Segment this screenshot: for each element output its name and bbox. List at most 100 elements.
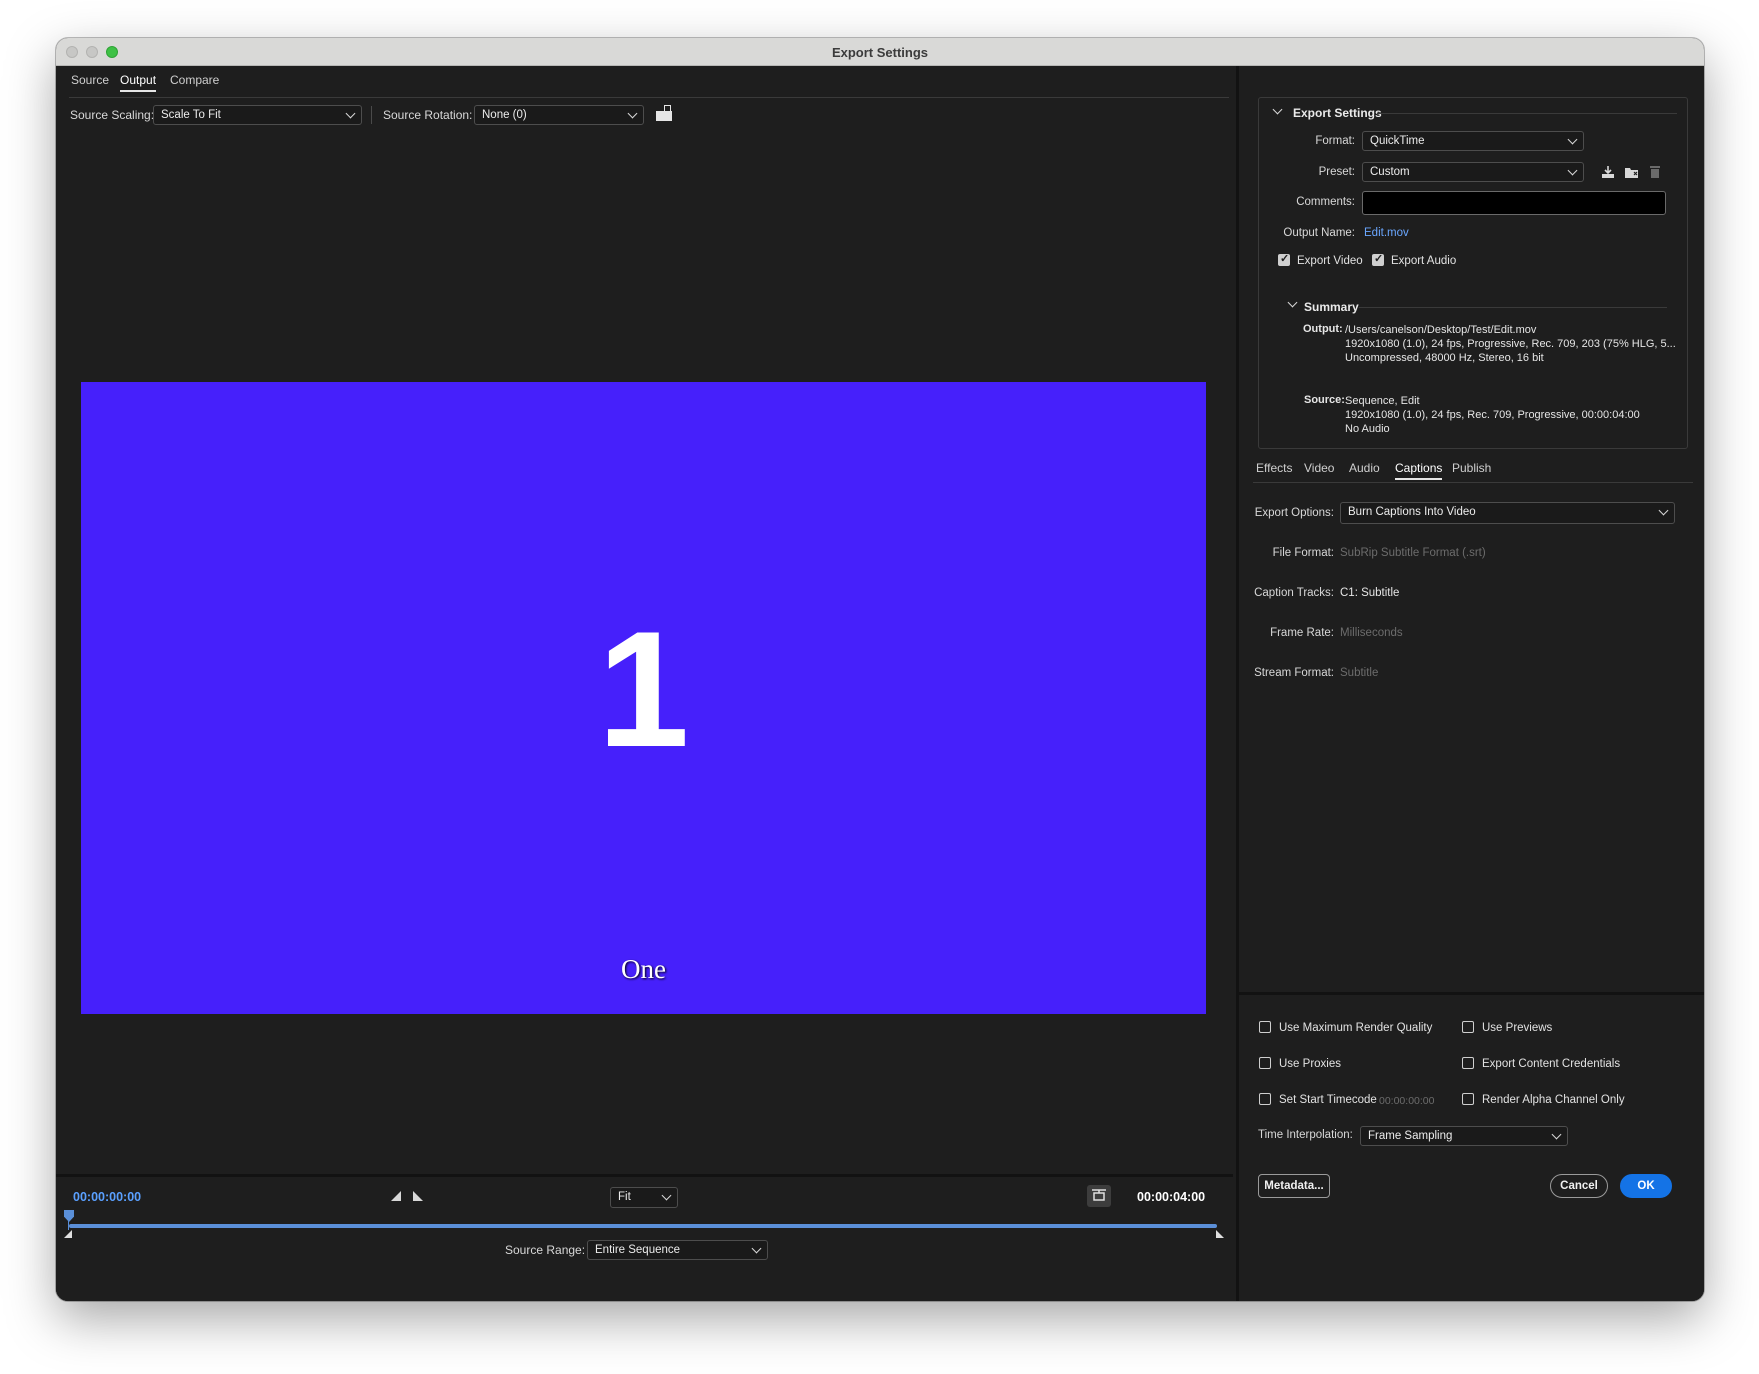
- render-alpha-channel-only-checkbox[interactable]: [1462, 1093, 1474, 1105]
- use-previews-checkbox[interactable]: [1462, 1021, 1474, 1033]
- chevron-down-icon: [1567, 134, 1578, 145]
- cancel-button[interactable]: Cancel: [1550, 1174, 1608, 1198]
- preset-dropdown[interactable]: Custom: [1362, 162, 1584, 182]
- chevron-down-icon: [1658, 505, 1669, 516]
- window-title: Export Settings: [831, 45, 929, 60]
- export-video-label: Export Video: [1297, 255, 1363, 267]
- comments-field[interactable]: [1362, 191, 1666, 215]
- output-name-label: Output Name:: [1283, 227, 1355, 239]
- export-video-checkbox[interactable]: [1278, 252, 1290, 266]
- export-content-credentials-label: Export Content Credentials: [1482, 1058, 1621, 1070]
- export-options-dropdown[interactable]: Burn Captions Into Video: [1340, 502, 1675, 524]
- timeline-track[interactable]: [69, 1224, 1217, 1228]
- format-value: QuickTime: [1370, 135, 1425, 147]
- export-content-credentials-checkbox[interactable]: [1462, 1057, 1474, 1069]
- time-interpolation-label: Time Interpolation:: [1258, 1129, 1353, 1141]
- comments-label: Comments:: [1296, 196, 1355, 208]
- use-proxies-checkbox[interactable]: [1259, 1057, 1271, 1069]
- tabs-divider: [1253, 482, 1693, 483]
- preview-panel: Source Output Compare Source Scaling: Sc…: [56, 66, 1233, 1301]
- summary-output-line: /Users/canelson/Desktop/Test/Edit.mov: [1345, 324, 1537, 336]
- mark-out-icon[interactable]: [413, 1191, 423, 1201]
- timeline-bar: 00:00:00:00 Fit 00:00:04:00 Source Range…: [56, 1174, 1233, 1301]
- zoom-value: Fit: [618, 1191, 631, 1203]
- set-start-timecode-checkbox[interactable]: [1259, 1093, 1271, 1105]
- chevron-down-icon[interactable]: [1272, 104, 1283, 115]
- caption-tracks-label: Caption Tracks:: [1254, 587, 1334, 599]
- set-start-timecode-label: Set Start Timecode: [1279, 1094, 1377, 1106]
- summary-source-line: Sequence, Edit: [1345, 395, 1420, 407]
- end-timecode: 00:00:04:00: [1137, 1190, 1206, 1204]
- source-scaling-dropdown[interactable]: Scale To Fit: [153, 105, 362, 125]
- stream-format-label: Stream Format:: [1254, 667, 1334, 679]
- summary-output-key: Output:: [1303, 323, 1343, 335]
- preset-label: Preset:: [1318, 166, 1355, 178]
- fit-frame-button[interactable]: [1087, 1185, 1111, 1207]
- chevron-down-icon: [345, 108, 356, 119]
- settings-panel: Export Settings Format: QuickTime Preset…: [1236, 66, 1704, 1301]
- tab-effects[interactable]: Effects: [1256, 461, 1292, 475]
- tab-source[interactable]: Source: [71, 73, 109, 87]
- metadata-button[interactable]: Metadata...: [1258, 1174, 1330, 1198]
- stream-format-value: Subtitle: [1340, 667, 1379, 679]
- export-settings-window: Export Settings Source Output Compare So…: [56, 38, 1704, 1301]
- use-max-render-quality-label: Use Maximum Render Quality: [1279, 1022, 1433, 1034]
- summary-divider: [1359, 307, 1667, 308]
- save-preset-icon[interactable]: [1601, 165, 1615, 182]
- section-divider: [1377, 113, 1677, 114]
- chevron-down-icon: [751, 1243, 762, 1254]
- tab-output[interactable]: Output: [120, 73, 157, 92]
- summary-source-key: Source:: [1304, 394, 1345, 406]
- source-range-value: Entire Sequence: [595, 1244, 681, 1256]
- toolbar-divider: [371, 106, 372, 124]
- tab-captions[interactable]: Captions: [1395, 461, 1443, 480]
- file-format-value: SubRip Subtitle Format (.srt): [1340, 547, 1486, 559]
- zoom-dropdown[interactable]: Fit: [610, 1187, 678, 1208]
- preset-value: Custom: [1370, 166, 1410, 178]
- import-preset-icon[interactable]: [1624, 165, 1640, 182]
- caption-tracks-value: C1: Subtitle: [1340, 587, 1400, 599]
- playhead[interactable]: [64, 1210, 74, 1222]
- in-point-marker[interactable]: [64, 1230, 72, 1238]
- chevron-down-icon[interactable]: [1287, 297, 1298, 308]
- use-max-render-quality-checkbox[interactable]: [1259, 1021, 1271, 1033]
- render-alpha-channel-only-label: Render Alpha Channel Only: [1482, 1094, 1625, 1106]
- title-bar: Export Settings: [56, 38, 1704, 66]
- summary-output-line: Uncompressed, 48000 Hz, Stereo, 16 bit: [1345, 352, 1544, 364]
- export-audio-checkbox[interactable]: [1372, 252, 1384, 266]
- preview-caption: One: [621, 954, 666, 984]
- chevron-down-icon: [1551, 1129, 1562, 1140]
- summary-heading: Summary: [1304, 300, 1359, 314]
- format-dropdown[interactable]: QuickTime: [1362, 131, 1584, 151]
- ok-button[interactable]: OK: [1620, 1174, 1672, 1198]
- current-timecode[interactable]: 00:00:00:00: [73, 1190, 141, 1204]
- format-label: Format:: [1315, 135, 1355, 147]
- source-rotation-value: None (0): [482, 109, 527, 121]
- source-rotation-dropdown[interactable]: None (0): [474, 105, 644, 125]
- use-previews-label: Use Previews: [1482, 1022, 1553, 1034]
- output-name-link[interactable]: Edit.mov: [1364, 227, 1409, 239]
- tab-compare[interactable]: Compare: [170, 73, 219, 87]
- use-proxies-label: Use Proxies: [1279, 1058, 1341, 1070]
- frame-rate-value: Milliseconds: [1340, 627, 1403, 639]
- summary-source-line: 1920x1080 (1.0), 24 fps, Rec. 709, Progr…: [1345, 409, 1640, 421]
- delete-preset-icon[interactable]: [1649, 164, 1661, 182]
- file-format-label: File Format:: [1272, 547, 1334, 559]
- mark-in-icon[interactable]: [391, 1191, 401, 1201]
- tab-publish[interactable]: Publish: [1452, 461, 1491, 475]
- time-interpolation-dropdown[interactable]: Frame Sampling: [1360, 1126, 1568, 1146]
- frame-rate-label: Frame Rate:: [1270, 627, 1334, 639]
- export-settings-group: Export Settings Format: QuickTime Preset…: [1258, 97, 1688, 449]
- video-preview: 1 One: [81, 382, 1206, 1014]
- out-point-marker[interactable]: [1216, 1230, 1224, 1238]
- source-range-dropdown[interactable]: Entire Sequence: [587, 1240, 768, 1260]
- start-timecode-value[interactable]: 00:00:00:00: [1379, 1095, 1434, 1107]
- fit-frame-icon: [1092, 1189, 1106, 1201]
- summary-source-line: No Audio: [1345, 423, 1390, 435]
- tab-video[interactable]: Video: [1304, 461, 1334, 475]
- rotate-icon[interactable]: [655, 104, 673, 122]
- export-audio-label: Export Audio: [1391, 255, 1457, 267]
- preview-number: 1: [597, 597, 690, 781]
- chevron-down-icon: [1567, 165, 1578, 176]
- tab-audio[interactable]: Audio: [1349, 461, 1380, 475]
